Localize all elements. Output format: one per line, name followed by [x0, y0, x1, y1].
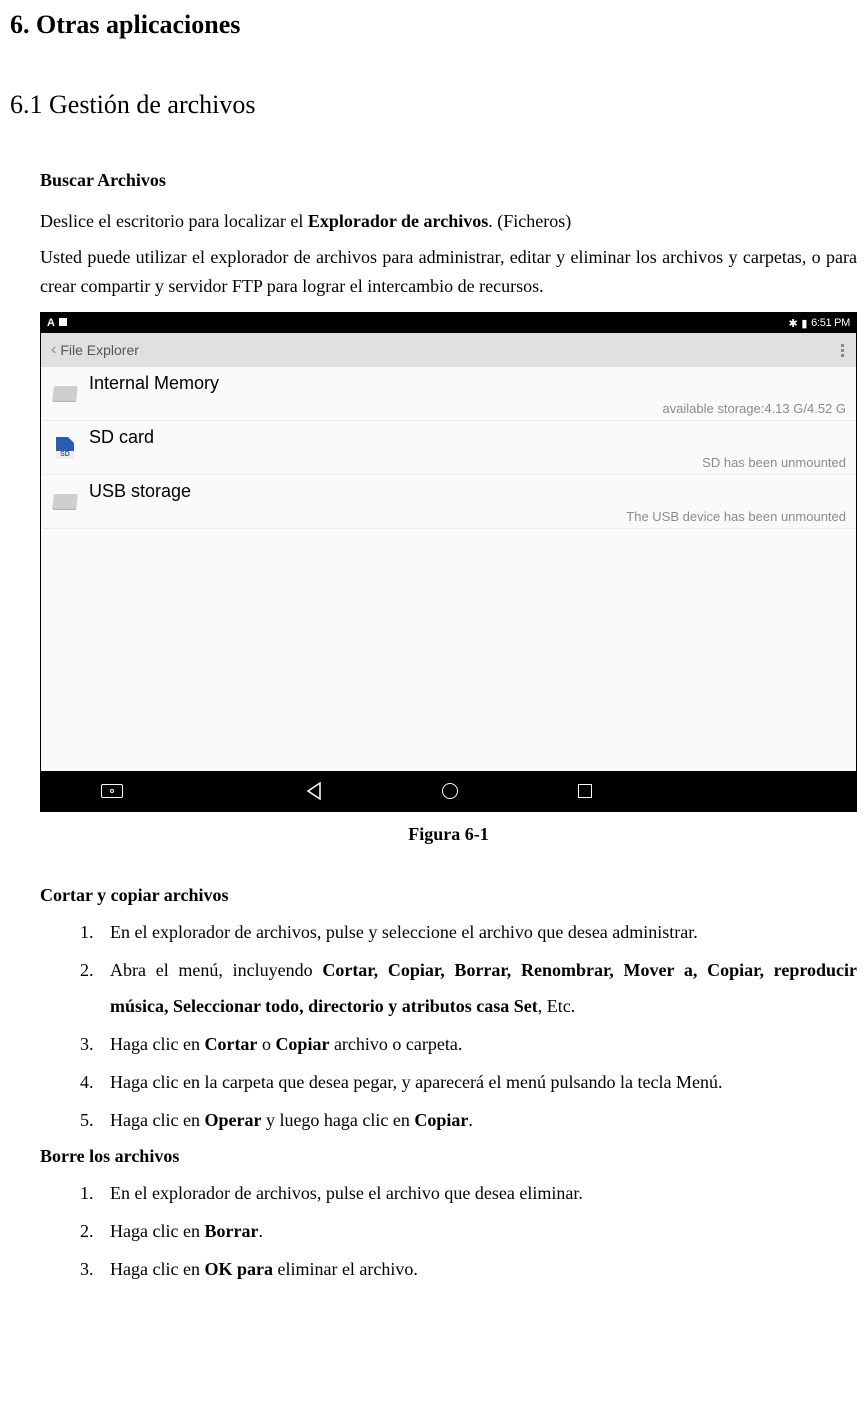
- nav-home-icon[interactable]: [442, 783, 458, 799]
- list-item: Haga clic en la carpeta que desea pegar,…: [98, 1064, 857, 1100]
- list-item: Haga clic en Cortar o Copiar archivo o c…: [98, 1026, 857, 1062]
- list-item: Haga clic en Borrar.: [98, 1213, 857, 1249]
- warning-icon: A: [47, 317, 55, 329]
- folder-icon: [51, 492, 79, 512]
- bluetooth-icon: ✱: [788, 317, 797, 330]
- overflow-menu-icon[interactable]: [841, 344, 846, 357]
- list-item-usb[interactable]: USB storage The USB device has been unmo…: [41, 475, 856, 529]
- title-bar: ‹ File Explorer: [41, 333, 856, 367]
- nav-back-icon[interactable]: [306, 782, 322, 800]
- subhead-cortar: Cortar y copiar archivos: [40, 885, 857, 906]
- screenshot-icon[interactable]: [101, 784, 123, 798]
- storage-list: Internal Memory available storage:4.13 G…: [41, 367, 856, 771]
- nav-bar: [41, 771, 856, 811]
- nav-recent-icon[interactable]: [578, 784, 592, 798]
- list-item: En el explorador de archivos, pulse y se…: [98, 914, 857, 950]
- list-item: En el explorador de archivos, pulse el a…: [98, 1175, 857, 1211]
- subhead-buscar: Buscar Archivos: [40, 170, 857, 191]
- sd-card-icon: SD: [51, 438, 79, 458]
- figure-caption: Figura 6-1: [40, 824, 857, 845]
- subhead-borre: Borre los archivos: [40, 1146, 857, 1167]
- image-icon: [59, 317, 67, 329]
- folder-icon: [51, 384, 79, 404]
- title-text: File Explorer: [60, 342, 139, 358]
- status-time: 6:51 PM: [811, 317, 850, 329]
- list-item-sd[interactable]: SD SD card SD has been unmounted: [41, 421, 856, 475]
- list-borre: En el explorador de archivos, pulse el a…: [40, 1175, 857, 1287]
- list-item: Haga clic en OK para eliminar el archivo…: [98, 1251, 857, 1287]
- list-item-internal[interactable]: Internal Memory available storage:4.13 G…: [41, 367, 856, 421]
- heading-6: 6. Otras aplicaciones: [10, 10, 857, 40]
- app-screenshot: A ✱ ▮ 6:51 PM ‹ File Explorer Internal M…: [40, 312, 857, 812]
- back-icon[interactable]: ‹: [51, 341, 56, 359]
- list-item: Abra el menú, incluyendo Cortar, Copiar,…: [98, 952, 857, 1024]
- para-deslice: Deslice el escritorio para localizar el …: [40, 207, 857, 237]
- list-item: Haga clic en Operar y luego haga clic en…: [98, 1102, 857, 1138]
- battery-icon: ▮: [801, 317, 807, 330]
- status-bar: A ✱ ▮ 6:51 PM: [41, 313, 856, 333]
- para-usted: Usted puede utilizar el explorador de ar…: [40, 243, 857, 302]
- heading-6-1: 6.1 Gestión de archivos: [10, 90, 857, 120]
- list-cortar: En el explorador de archivos, pulse y se…: [40, 914, 857, 1138]
